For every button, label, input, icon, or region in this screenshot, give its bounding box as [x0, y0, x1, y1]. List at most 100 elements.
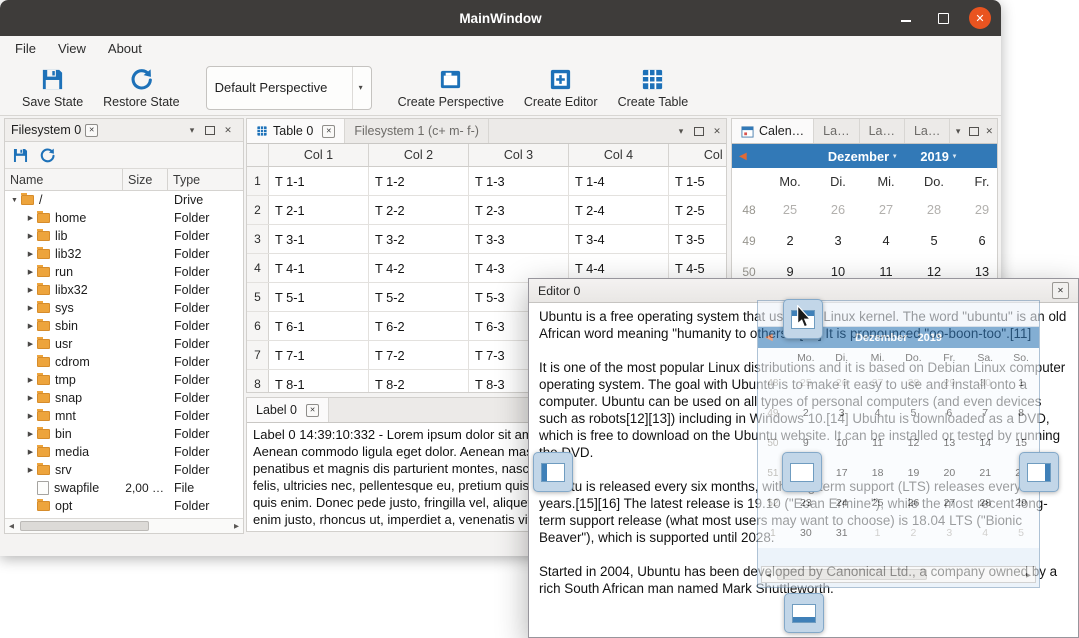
table-cell[interactable]: T 1-1 [269, 167, 369, 195]
tree-collapsed-icon[interactable]: ▶ [24, 448, 37, 456]
filesystem-title-close-icon[interactable]: ✕ [85, 124, 98, 137]
tab-close-icon[interactable]: ✕ [322, 125, 335, 138]
table-cell[interactable]: T 8-1 [269, 370, 369, 392]
table-cell[interactable]: T 3-4 [569, 225, 669, 253]
tab-label3[interactable]: La… [905, 119, 950, 143]
tree-collapsed-icon[interactable]: ▶ [24, 304, 37, 312]
calendar-month-button[interactable]: Dezember ▾ [828, 149, 896, 164]
scrollbar-handle[interactable] [20, 521, 149, 531]
tree-collapsed-icon[interactable]: ▶ [24, 322, 37, 330]
tab-calendar[interactable]: Calen… [732, 119, 814, 143]
tree-row[interactable]: ▶binFolder [5, 425, 243, 443]
tree-collapsed-icon[interactable]: ▶ [24, 430, 37, 438]
table-cell[interactable]: T 3-2 [369, 225, 469, 253]
table-cell[interactable]: T 5-2 [369, 283, 469, 311]
table-cell[interactable]: T 6-1 [269, 312, 369, 340]
table-row-header[interactable]: 6 [247, 312, 269, 340]
tree-row[interactable]: ▶libFolder [5, 227, 243, 245]
tree-row[interactable]: ▶mntFolder [5, 407, 243, 425]
table-row-header[interactable]: 5 [247, 283, 269, 311]
table-col-header[interactable]: Col 4 [569, 144, 669, 166]
drop-indicator-center[interactable] [782, 452, 822, 492]
table-col-header[interactable]: Col 1 [269, 144, 369, 166]
tree-collapsed-icon[interactable]: ▶ [24, 268, 37, 276]
tree-row[interactable]: cdromFolder [5, 353, 243, 371]
drop-indicator-left[interactable] [533, 452, 573, 492]
calendar-day-cell[interactable]: 26 [814, 194, 862, 225]
tree-row[interactable]: ▶runFolder [5, 263, 243, 281]
table-dock-close-button[interactable]: ✕ [708, 119, 726, 143]
tree-expanded-icon[interactable]: ▼ [8, 197, 21, 204]
scrollbar-track[interactable] [18, 519, 230, 533]
minimize-button[interactable] [895, 7, 917, 29]
drop-indicator-right[interactable] [1019, 452, 1059, 492]
tree-row[interactable]: ▶snapFolder [5, 389, 243, 407]
filesystem-dock-titlebar[interactable]: Filesystem 0 ✕ ▾ ✕ [5, 119, 243, 142]
menu-file[interactable]: File [4, 38, 47, 59]
drop-indicator-bottom[interactable] [784, 593, 824, 633]
scroll-left-icon[interactable]: ◀ [5, 522, 18, 530]
tree-row[interactable]: ▼/Drive [5, 191, 243, 209]
tree-collapsed-icon[interactable]: ▶ [24, 466, 37, 474]
tab-label0[interactable]: Label 0 ✕ [247, 398, 329, 422]
tree-collapsed-icon[interactable]: ▶ [24, 214, 37, 222]
tree-row[interactable]: ▶usrFolder [5, 335, 243, 353]
create-editor-button[interactable]: Create Editor [514, 65, 608, 111]
tree-row[interactable]: ▶sbinFolder [5, 317, 243, 335]
tab-close-icon[interactable]: ✕ [306, 404, 319, 417]
calendar-day-cell[interactable]: 2 [766, 225, 814, 256]
column-header-size[interactable]: Size [123, 169, 168, 190]
close-button[interactable]: ✕ [969, 7, 991, 29]
table-row-header[interactable]: 2 [247, 196, 269, 224]
tree-row[interactable]: optFolder [5, 497, 243, 515]
column-header-name[interactable]: Name [5, 169, 123, 190]
filesystem-restore-button[interactable] [39, 147, 56, 164]
table-row-header[interactable]: 1 [247, 167, 269, 195]
calendar-day-cell[interactable]: 6 [958, 225, 997, 256]
tree-collapsed-icon[interactable]: ▶ [24, 232, 37, 240]
calendar-day-cell[interactable]: 29 [958, 194, 997, 225]
tree-row[interactable]: swapfile2,00 …File [5, 479, 243, 497]
table-row-header[interactable]: 4 [247, 254, 269, 282]
editor-close-button[interactable]: ✕ [1052, 282, 1069, 299]
table-cell[interactable]: T 8-2 [369, 370, 469, 392]
save-state-button[interactable]: Save State [12, 65, 93, 111]
tree-row[interactable]: ▶srvFolder [5, 461, 243, 479]
table-cell[interactable]: T 7-1 [269, 341, 369, 369]
table-cell[interactable]: T 4-2 [369, 254, 469, 282]
tree-row[interactable]: ▶mediaFolder [5, 443, 243, 461]
tab-filesystem1[interactable]: Filesystem 1 (c+ m- f-) [345, 119, 489, 143]
table-col-header[interactable]: Col 5 [669, 144, 727, 166]
table-cell[interactable]: T 2-2 [369, 196, 469, 224]
filesystem-dock-close-button[interactable]: ✕ [219, 125, 237, 136]
calendar-day-cell[interactable]: 25 [766, 194, 814, 225]
table-cell[interactable]: T 2-3 [469, 196, 569, 224]
filesystem-save-button[interactable] [12, 147, 29, 164]
create-perspective-button[interactable]: Create Perspective [388, 65, 514, 111]
column-header-type[interactable]: Type [168, 169, 243, 190]
table-row-header[interactable]: 8 [247, 370, 269, 392]
table-row-header[interactable]: 7 [247, 341, 269, 369]
table-cell[interactable]: T 1-4 [569, 167, 669, 195]
table-cell[interactable]: T 3-5 [669, 225, 726, 253]
tree-row[interactable]: ▶lib32Folder [5, 245, 243, 263]
table-cell[interactable]: T 6-2 [369, 312, 469, 340]
table-cell[interactable]: T 7-2 [369, 341, 469, 369]
calendar-day-cell[interactable]: 3 [814, 225, 862, 256]
table-row-header[interactable]: 3 [247, 225, 269, 253]
tree-row[interactable]: ▶homeFolder [5, 209, 243, 227]
calendar-dock-menu-button[interactable]: ▾ [950, 119, 966, 143]
filesystem-dock-float-button[interactable] [201, 126, 219, 135]
menu-about[interactable]: About [97, 38, 153, 59]
table-cell[interactable]: T 5-1 [269, 283, 369, 311]
calendar-day-cell[interactable]: 27 [862, 194, 910, 225]
calendar-dock-close-button[interactable]: ✕ [981, 119, 997, 143]
tree-row[interactable]: ▶libx32Folder [5, 281, 243, 299]
tree-collapsed-icon[interactable]: ▶ [24, 250, 37, 258]
menu-view[interactable]: View [47, 38, 97, 59]
filesystem-dock-menu-button[interactable]: ▾ [183, 125, 201, 136]
calendar-year-button[interactable]: 2019 ▾ [920, 149, 956, 164]
tree-collapsed-icon[interactable]: ▶ [24, 394, 37, 402]
perspective-select[interactable]: Default Perspective ▾ [206, 66, 372, 110]
calendar-day-cell[interactable]: 28 [910, 194, 958, 225]
